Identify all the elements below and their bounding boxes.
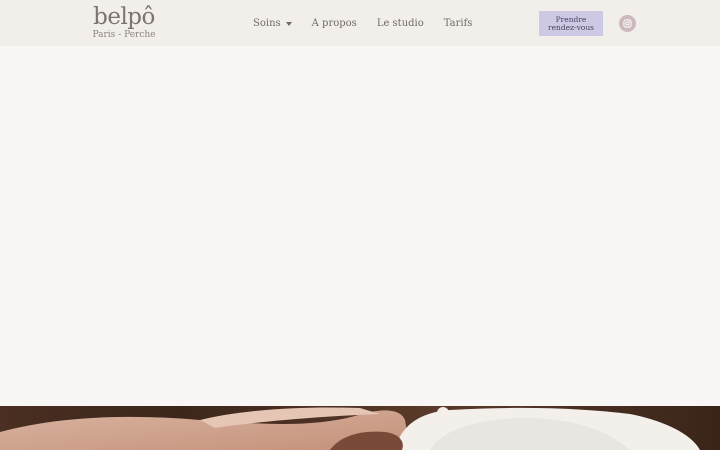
nav-item-tarifs[interactable]: Tarifs [444, 18, 473, 29]
hero-photo [0, 406, 720, 450]
cta-line-2: rendez-vous [547, 22, 594, 32]
instagram-link[interactable] [619, 15, 636, 32]
brand-tagline: Paris - Perche [92, 30, 156, 40]
brand-name: belpô [93, 4, 155, 30]
book-appointment-button[interactable]: Prendre rendez-vous [539, 11, 603, 36]
nav-item-label: A propos [311, 17, 357, 29]
site-header: belpô Paris - Perche Soins A propos Le s… [0, 0, 720, 46]
brand-logo[interactable]: belpô Paris - Perche [92, 4, 156, 41]
instagram-icon [623, 19, 632, 28]
massage-photo-image [0, 406, 720, 450]
nav-item-label: Le studio [376, 17, 424, 29]
nav-item-label: Tarifs [443, 17, 473, 29]
nav-item-le-studio[interactable]: Le studio [377, 18, 424, 29]
nav-item-a-propos[interactable]: A propos [312, 18, 357, 29]
chevron-down-icon [285, 21, 292, 26]
nav-item-soins[interactable]: Soins [253, 18, 292, 29]
main-nav: Soins A propos Le studio Tarifs [253, 15, 492, 31]
nav-item-label: Soins [253, 17, 281, 29]
